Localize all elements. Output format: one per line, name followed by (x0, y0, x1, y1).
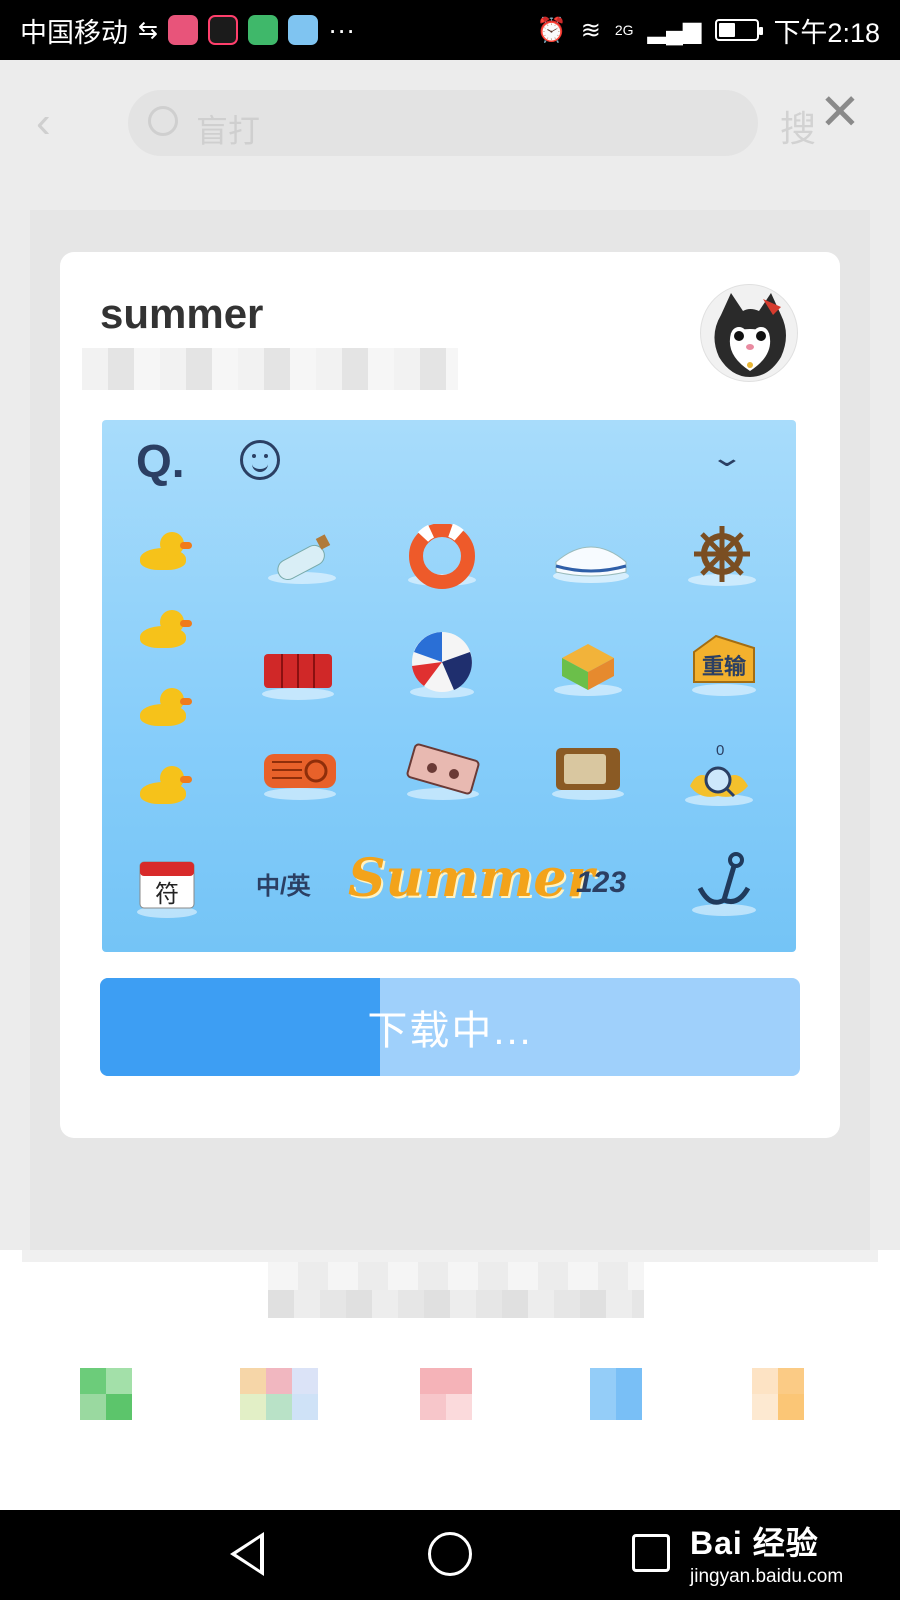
signal-icon: ▂▄▆ (647, 16, 702, 44)
watermark-url: jingyan.baidu.com (690, 1566, 844, 1587)
skin-download-dialog: summer Q. ⌄ 重输 符 中/英 Summer 123 0 下载中... (60, 252, 840, 1138)
video-app-icon (288, 15, 319, 45)
clock-label: 下午2:18 (773, 17, 880, 48)
battery-icon (715, 19, 764, 41)
search-query-text: 盲打 (196, 113, 261, 149)
status-bar: 中国移动 ⇆ ··· ⏰ ≋ 2G ▂▄▆ 下午2:18 (0, 0, 900, 60)
network-type-label: 2G (614, 22, 634, 38)
wifi-icon: ≋ (580, 16, 601, 44)
download-progress-button[interactable]: 下载中... (100, 978, 800, 1076)
divider (22, 1250, 878, 1262)
rubik-cube-key-icon (554, 644, 622, 696)
search-input: 盲打 (128, 90, 758, 156)
ship-wheel-key-icon (688, 526, 756, 586)
beach-ball-key-icon (410, 632, 474, 698)
skin-title: summer (100, 290, 264, 337)
life-ring-key-icon (408, 524, 476, 589)
author-avatar[interactable] (700, 284, 798, 382)
chevron-down-icon: ⌄ (709, 442, 745, 472)
back-arrow-icon: ‹ (36, 98, 51, 147)
back-triangle-icon[interactable] (230, 1532, 264, 1576)
qq-share-icon[interactable] (590, 1368, 670, 1448)
number-key: 123 (576, 866, 627, 899)
tv-key-icon (552, 748, 624, 800)
baidu-jingyan-watermark: Bai 经验 jingyan.baidu.com (690, 1518, 843, 1588)
weibo-share-icon[interactable] (420, 1368, 500, 1448)
recent-apps-icon[interactable] (632, 1534, 670, 1572)
bottom-share-panel (0, 1250, 900, 1510)
svg-text:重输: 重输 (702, 654, 747, 680)
progress-label: 下载中... (367, 1009, 533, 1053)
blurred-text (268, 1290, 644, 1318)
moments-share-icon[interactable] (240, 1368, 320, 1448)
bottle-key-icon (268, 534, 336, 584)
data-transfer-icon: ⇆ (138, 16, 159, 44)
emoji-icon (240, 440, 280, 480)
sailor-hat-key-icon (553, 546, 629, 583)
close-icon[interactable]: ✕ (816, 87, 864, 137)
system-navigation-bar: Bai 经验 jingyan.baidu.com (0, 1510, 900, 1600)
watermark-brand: Bai 经验 (690, 1525, 819, 1561)
symbol-key-label: 符 (155, 880, 179, 908)
moon-search-key-icon (685, 766, 753, 806)
accordion-key-icon (262, 654, 334, 700)
lang-switch-key: 中/英 (256, 873, 311, 900)
duck-key-icon (136, 610, 192, 650)
cat-avatar-icon (714, 293, 786, 377)
author-info-blurred (82, 348, 458, 390)
wechat-share-icon[interactable] (80, 1368, 160, 1448)
radio-key-icon (264, 754, 336, 800)
keyboard-skin-preview: Q. ⌄ 重输 符 中/英 Summer 123 0 (102, 420, 796, 952)
anchor-key-icon (692, 852, 756, 916)
duck-question-key-icon (136, 688, 192, 728)
more-notifications-icon: ··· (328, 14, 356, 45)
music-app-icon (168, 15, 199, 45)
cassette-key-icon (406, 743, 480, 800)
carrier-label: 中国移动 (20, 17, 128, 48)
q-logo-icon: Q. (136, 435, 185, 487)
symbol-calendar-key-icon: 符 (137, 861, 197, 918)
alarm-icon: ⏰ (536, 16, 567, 44)
browser-app-icon (248, 15, 279, 45)
duck-key-icon (136, 532, 192, 572)
search-button: 搜 (780, 108, 817, 149)
qzone-share-icon[interactable] (752, 1368, 832, 1448)
search-icon (148, 106, 178, 136)
summer-space-key: Summer (348, 848, 594, 909)
home-circle-icon[interactable] (428, 1532, 472, 1576)
replay-sign-key-icon: 重输 (692, 634, 756, 696)
duck-exclaim-key-icon (136, 766, 192, 806)
tiktok-app-icon (208, 15, 239, 45)
